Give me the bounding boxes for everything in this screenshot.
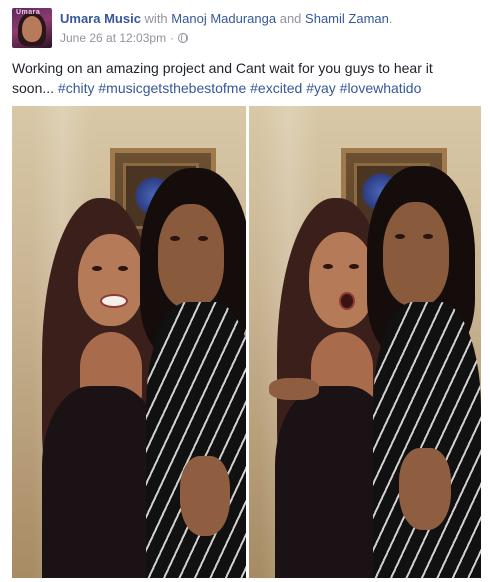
hashtag-link[interactable]: #lovewhatido: [340, 80, 422, 96]
woman-face: [78, 234, 144, 326]
hashtag-link[interactable]: #yay: [306, 80, 336, 96]
avatar-face: [22, 16, 42, 42]
hashtag-link[interactable]: #excited: [250, 80, 302, 96]
post-body: Working on an amazing project and Cant w…: [12, 58, 472, 98]
woman-face: [309, 232, 375, 328]
and-label: and: [279, 11, 302, 26]
with-label: with: [144, 11, 168, 26]
meta-separator: ·: [170, 31, 175, 45]
hashtag-link[interactable]: #chity: [58, 80, 95, 96]
post-meta: June 26 at 12:03pm ·: [60, 30, 189, 46]
post-photo-left[interactable]: [12, 106, 246, 578]
profile-avatar[interactable]: Umara: [12, 8, 52, 48]
avatar-label: Umara: [16, 9, 41, 16]
woman-pointing-hand: [269, 378, 319, 400]
tagged-person-2-link[interactable]: Shamil Zaman: [305, 11, 389, 26]
man-shirt: [373, 302, 481, 578]
globe-icon[interactable]: [178, 33, 189, 43]
facebook-post: Umara Umara Music with Manoj Maduranga a…: [0, 0, 490, 582]
post-header: Umara Music with Manoj Maduranga and Sha…: [60, 10, 392, 27]
man-face: [158, 204, 224, 308]
tagged-person-1-link[interactable]: Manoj Maduranga: [171, 11, 276, 26]
man-thumbs-up: [180, 456, 230, 536]
post-photo-right[interactable]: [249, 106, 481, 578]
man-face: [383, 202, 449, 306]
hashtag-link[interactable]: #musicgetsthebestofme: [98, 80, 246, 96]
post-timestamp-link[interactable]: June 26 at 12:03pm: [60, 30, 166, 46]
man-shirt: [146, 302, 246, 578]
author-name-link[interactable]: Umara Music: [60, 11, 141, 26]
man-thumbs-up: [399, 448, 451, 530]
header-period: .: [388, 11, 393, 26]
